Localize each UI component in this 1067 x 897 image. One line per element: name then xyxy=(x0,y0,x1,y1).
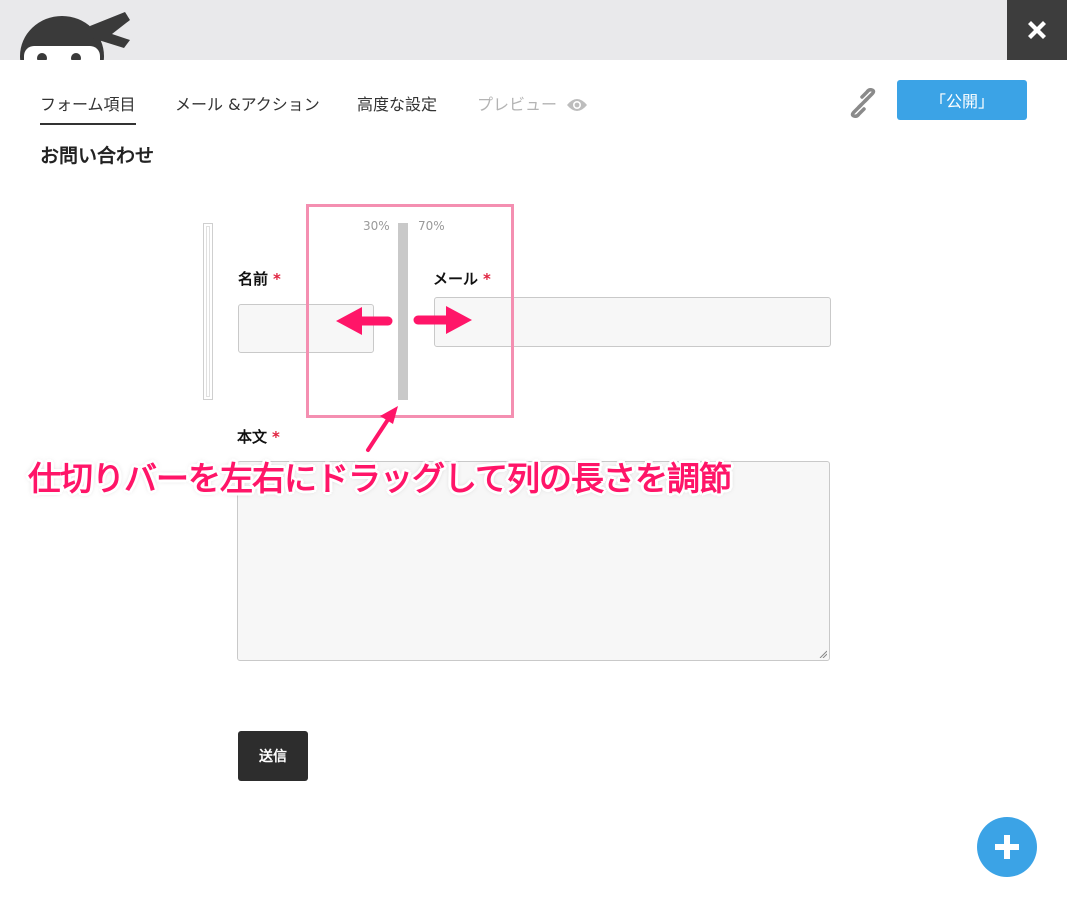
required-mark: * xyxy=(273,270,281,288)
name-label-text: 名前 xyxy=(238,270,269,288)
required-mark: * xyxy=(272,428,280,446)
form-title: お問い合わせ xyxy=(40,145,155,167)
plus-icon xyxy=(995,835,1019,859)
tab-advanced[interactable]: 高度な設定 xyxy=(357,93,437,123)
divider-highlight-box xyxy=(306,204,514,418)
body-label: 本文 * xyxy=(237,426,280,447)
tab-form-fields[interactable]: フォーム項目 xyxy=(40,93,136,125)
ninja-logo-icon xyxy=(20,12,130,60)
publish-button[interactable]: 「公開」 xyxy=(897,80,1027,120)
close-button[interactable] xyxy=(1007,0,1067,60)
annotation-caption: 仕切りバーを左右にドラッグして列の長さを調節 xyxy=(28,459,732,498)
tab-preview[interactable]: プレビュー xyxy=(477,93,557,123)
add-field-button[interactable] xyxy=(977,817,1037,877)
resize-grip-icon[interactable] xyxy=(819,650,827,658)
top-bar xyxy=(0,0,1067,60)
submit-button[interactable]: 送信 xyxy=(238,731,308,781)
link-icon[interactable] xyxy=(848,88,878,118)
eye-icon[interactable] xyxy=(566,97,588,113)
body-label-text: 本文 xyxy=(237,428,268,446)
tab-email-actions[interactable]: メール &アクション xyxy=(175,93,320,123)
row-drag-handle[interactable] xyxy=(203,223,213,400)
annotation-arrows xyxy=(336,306,472,452)
close-icon xyxy=(1028,21,1046,39)
name-label: 名前 * xyxy=(238,268,281,289)
